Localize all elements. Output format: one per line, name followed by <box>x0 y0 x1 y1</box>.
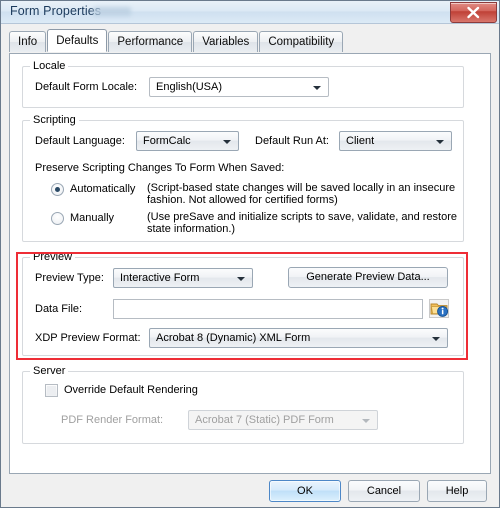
locale-group: Locale Default Form Locale: English(USA) <box>22 60 464 108</box>
scripting-group-title: Scripting <box>30 114 79 126</box>
radio-manually-label: Manually <box>70 212 115 224</box>
chevron-down-icon <box>436 140 444 144</box>
scripting-group: Scripting Default Language: FormCalc Def… <box>22 114 464 242</box>
xdp-preview-format-value: Acrobat 8 (Dynamic) XML Form <box>156 332 311 344</box>
tab-performance[interactable]: Performance <box>108 31 193 52</box>
radio-manually[interactable] <box>51 212 64 225</box>
default-run-at-value: Client <box>346 135 375 147</box>
pdf-render-format-select: Acrobat 7 (Static) PDF Form <box>188 410 378 430</box>
default-form-locale-value: English(USA) <box>156 81 223 93</box>
manually-description-line2: state information.) <box>147 223 236 235</box>
xdp-preview-format-label: XDP Preview Format: <box>35 332 141 344</box>
title-bar: Form Properties <box>1 1 499 24</box>
tab-variables[interactable]: Variables <box>193 31 259 52</box>
generate-preview-data-button[interactable]: Generate Preview Data... <box>288 267 448 288</box>
default-run-at-select[interactable]: Client <box>339 131 452 151</box>
radio-automatically-label: Automatically <box>70 183 136 195</box>
pdf-render-format-value: Acrobat 7 (Static) PDF Form <box>195 414 334 426</box>
window-title: Form Properties <box>10 4 102 18</box>
title-redacted-region <box>93 7 131 16</box>
chevron-down-icon <box>432 337 440 341</box>
close-button[interactable] <box>450 2 497 23</box>
default-language-label: Default Language: <box>35 135 125 147</box>
tab-strip: Info Defaults Performance Variables Comp… <box>9 29 499 53</box>
preview-group: Preview Preview Type: Interactive Form G… <box>22 251 464 356</box>
data-file-label: Data File: <box>35 303 83 315</box>
pdf-render-format-label: PDF Render Format: <box>61 414 164 426</box>
default-language-value: FormCalc <box>143 135 191 147</box>
override-default-rendering-label: Override Default Rendering <box>64 384 198 396</box>
preview-type-label: Preview Type: <box>35 272 104 284</box>
server-group: Server Override Default Rendering PDF Re… <box>22 365 464 444</box>
chevron-down-icon <box>362 419 370 423</box>
preview-group-title: Preview <box>30 251 76 263</box>
default-run-at-label: Default Run At: <box>255 135 329 147</box>
default-form-locale-select[interactable]: English(USA) <box>149 77 329 97</box>
form-properties-dialog: Form Properties Info Defaults Performanc… <box>0 0 500 508</box>
tab-info[interactable]: Info <box>9 31 47 52</box>
xdp-preview-format-select[interactable]: Acrobat 8 (Dynamic) XML Form <box>149 328 448 348</box>
defaults-tab-panel: Locale Default Form Locale: English(USA)… <box>9 53 491 474</box>
help-button[interactable]: Help <box>427 480 487 502</box>
chevron-down-icon <box>223 140 231 144</box>
override-default-rendering-checkbox[interactable] <box>45 384 58 397</box>
tab-defaults[interactable]: Defaults <box>47 29 108 52</box>
dialog-footer: OK Cancel Help <box>1 474 499 507</box>
preview-type-value: Interactive Form <box>120 272 200 284</box>
folder-browse-icon[interactable] <box>429 299 449 321</box>
default-language-select[interactable]: FormCalc <box>136 131 239 151</box>
data-file-input[interactable] <box>113 299 423 319</box>
locale-group-title: Locale <box>30 60 69 72</box>
radio-automatically[interactable] <box>51 183 64 196</box>
preserve-scripting-label: Preserve Scripting Changes To Form When … <box>35 162 285 174</box>
automatically-description-line2: fashion. Not allowed for certified forms… <box>147 194 338 206</box>
tab-compatibility[interactable]: Compatibility <box>259 31 344 52</box>
automatically-description-line1: (Script-based state changes will be save… <box>147 182 456 194</box>
chevron-down-icon <box>313 86 321 90</box>
preview-type-select[interactable]: Interactive Form <box>113 268 253 288</box>
chevron-down-icon <box>237 277 245 281</box>
close-x-icon <box>467 6 480 19</box>
ok-button[interactable]: OK <box>269 480 341 502</box>
server-group-title: Server <box>30 365 69 377</box>
manually-description-line1: (Use preSave and initialize scripts to s… <box>147 211 457 223</box>
cancel-button[interactable]: Cancel <box>348 480 420 502</box>
default-form-locale-label: Default Form Locale: <box>35 81 138 93</box>
